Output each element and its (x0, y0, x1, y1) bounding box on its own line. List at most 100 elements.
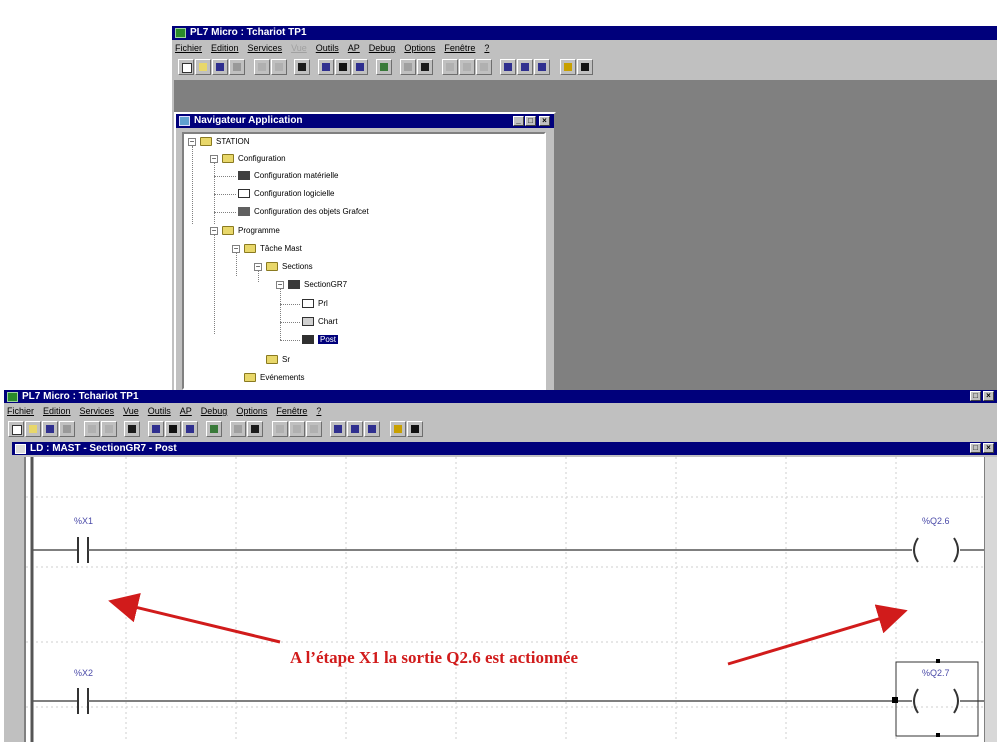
vertical-scrollbar[interactable] (984, 457, 997, 742)
run-icon[interactable] (442, 59, 458, 75)
plc-icon[interactable] (417, 59, 433, 75)
save-icon[interactable] (212, 59, 228, 75)
crossref-icon[interactable] (352, 59, 368, 75)
open-folder-icon[interactable] (195, 59, 211, 75)
close-button[interactable]: × (539, 116, 550, 126)
prl-icon (302, 299, 314, 309)
menu-help[interactable]: ? (484, 43, 489, 53)
undo-icon[interactable] (254, 59, 270, 75)
help-icon[interactable] (560, 59, 576, 75)
menu-services[interactable]: Services (80, 406, 115, 416)
menu-fichier[interactable]: Fichier (7, 406, 34, 416)
post-icon (302, 335, 314, 345)
menu-outils[interactable]: Outils (148, 406, 171, 416)
find-icon[interactable] (165, 421, 181, 437)
menu-ap[interactable]: AP (180, 406, 192, 416)
tree-section-gr7[interactable]: SectionGR7 (288, 279, 347, 291)
connect-icon[interactable] (400, 59, 416, 75)
expand-configuration[interactable]: − (210, 155, 218, 163)
context-help-icon[interactable] (407, 421, 423, 437)
window-cascade-icon[interactable] (330, 421, 346, 437)
init-icon[interactable] (476, 59, 492, 75)
menu-fenetre[interactable]: Fenêtre (276, 406, 307, 416)
tree-chart[interactable]: Chart (302, 316, 338, 328)
window-tile-h-icon[interactable] (517, 59, 533, 75)
rung1-contact[interactable] (72, 535, 94, 565)
io-icon[interactable] (206, 421, 222, 437)
tree-config-hw[interactable]: Configuration matérielle (238, 170, 339, 182)
run-icon[interactable] (272, 421, 288, 437)
expand-station[interactable]: − (188, 138, 196, 146)
save-icon[interactable] (42, 421, 58, 437)
stop-icon[interactable] (289, 421, 305, 437)
connect-icon[interactable] (230, 421, 246, 437)
validate-icon[interactable] (101, 421, 117, 437)
undo-icon[interactable] (84, 421, 100, 437)
crossref-icon[interactable] (182, 421, 198, 437)
window-cascade-icon[interactable] (500, 59, 516, 75)
tree-sr[interactable]: Sr (266, 354, 290, 366)
window-tile-v-icon[interactable] (534, 59, 550, 75)
help-icon[interactable] (390, 421, 406, 437)
menu-edition[interactable]: Edition (211, 43, 239, 53)
menu-debug[interactable]: Debug (369, 43, 396, 53)
menu-options[interactable]: Options (404, 43, 435, 53)
menu-vue[interactable]: Vue (291, 43, 307, 53)
maximize-button[interactable]: □ (525, 116, 536, 126)
tree-tache-mast[interactable]: Tâche Mast (244, 243, 302, 255)
io-icon[interactable] (376, 59, 392, 75)
new-file-icon[interactable] (8, 421, 24, 437)
menu-fichier[interactable]: Fichier (175, 43, 202, 53)
expand-sections[interactable]: − (254, 263, 262, 271)
transfer-icon[interactable] (294, 59, 310, 75)
expand-programme[interactable]: − (210, 227, 218, 235)
grafcet-config-icon (238, 207, 250, 217)
tree-station[interactable]: STATION (200, 136, 249, 148)
tree-programme[interactable]: Programme (222, 225, 280, 237)
expand-tache-mast[interactable]: − (232, 245, 240, 253)
plc-icon[interactable] (247, 421, 263, 437)
print-icon[interactable] (229, 59, 245, 75)
menu-outils[interactable]: Outils (316, 43, 339, 53)
menu-edition[interactable]: Edition (43, 406, 71, 416)
variables-icon[interactable] (318, 59, 334, 75)
front-restore-button[interactable]: □ (970, 391, 981, 401)
tree-post[interactable]: Post (302, 334, 339, 346)
validate-icon[interactable] (271, 59, 287, 75)
transfer-icon[interactable] (124, 421, 140, 437)
minimize-button[interactable]: _ (513, 116, 524, 126)
tree-config-grafcet[interactable]: Configuration des objets Grafcet (238, 206, 369, 218)
menu-help[interactable]: ? (316, 406, 321, 416)
menu-fenetre[interactable]: Fenêtre (444, 43, 475, 53)
stop-icon[interactable] (459, 59, 475, 75)
ladder-canvas[interactable]: %X1 %Q2.6 %X2 %Q2.7 (24, 457, 986, 742)
rung1-coil[interactable] (908, 535, 964, 565)
menu-ap[interactable]: AP (348, 43, 360, 53)
menu-debug[interactable]: Debug (201, 406, 228, 416)
tree-sections[interactable]: Sections (266, 261, 313, 273)
menu-vue[interactable]: Vue (123, 406, 139, 416)
window-tile-v-icon[interactable] (364, 421, 380, 437)
rung2-coil[interactable] (896, 662, 978, 736)
front-title-bar: PL7 Micro : Tchariot TP1 □ × (4, 390, 997, 403)
menu-options[interactable]: Options (236, 406, 267, 416)
ld-close-button[interactable]: × (983, 443, 994, 453)
tree-configuration[interactable]: Configuration (222, 153, 286, 165)
menu-services[interactable]: Services (248, 43, 283, 53)
rung2-contact[interactable] (72, 686, 94, 716)
front-close-button[interactable]: × (983, 391, 994, 401)
print-icon[interactable] (59, 421, 75, 437)
init-icon[interactable] (306, 421, 322, 437)
find-icon[interactable] (335, 59, 351, 75)
tree-evenements[interactable]: Evénements (244, 372, 304, 384)
new-file-icon[interactable] (178, 59, 194, 75)
tree-config-sw[interactable]: Configuration logicielle (238, 188, 335, 200)
tree-prl[interactable]: Prl (302, 298, 328, 310)
expand-section-gr7[interactable]: − (276, 281, 284, 289)
ld-maximize-button[interactable]: □ (970, 443, 981, 453)
folder-icon (266, 262, 278, 272)
window-tile-h-icon[interactable] (347, 421, 363, 437)
context-help-icon[interactable] (577, 59, 593, 75)
variables-icon[interactable] (148, 421, 164, 437)
open-folder-icon[interactable] (25, 421, 41, 437)
